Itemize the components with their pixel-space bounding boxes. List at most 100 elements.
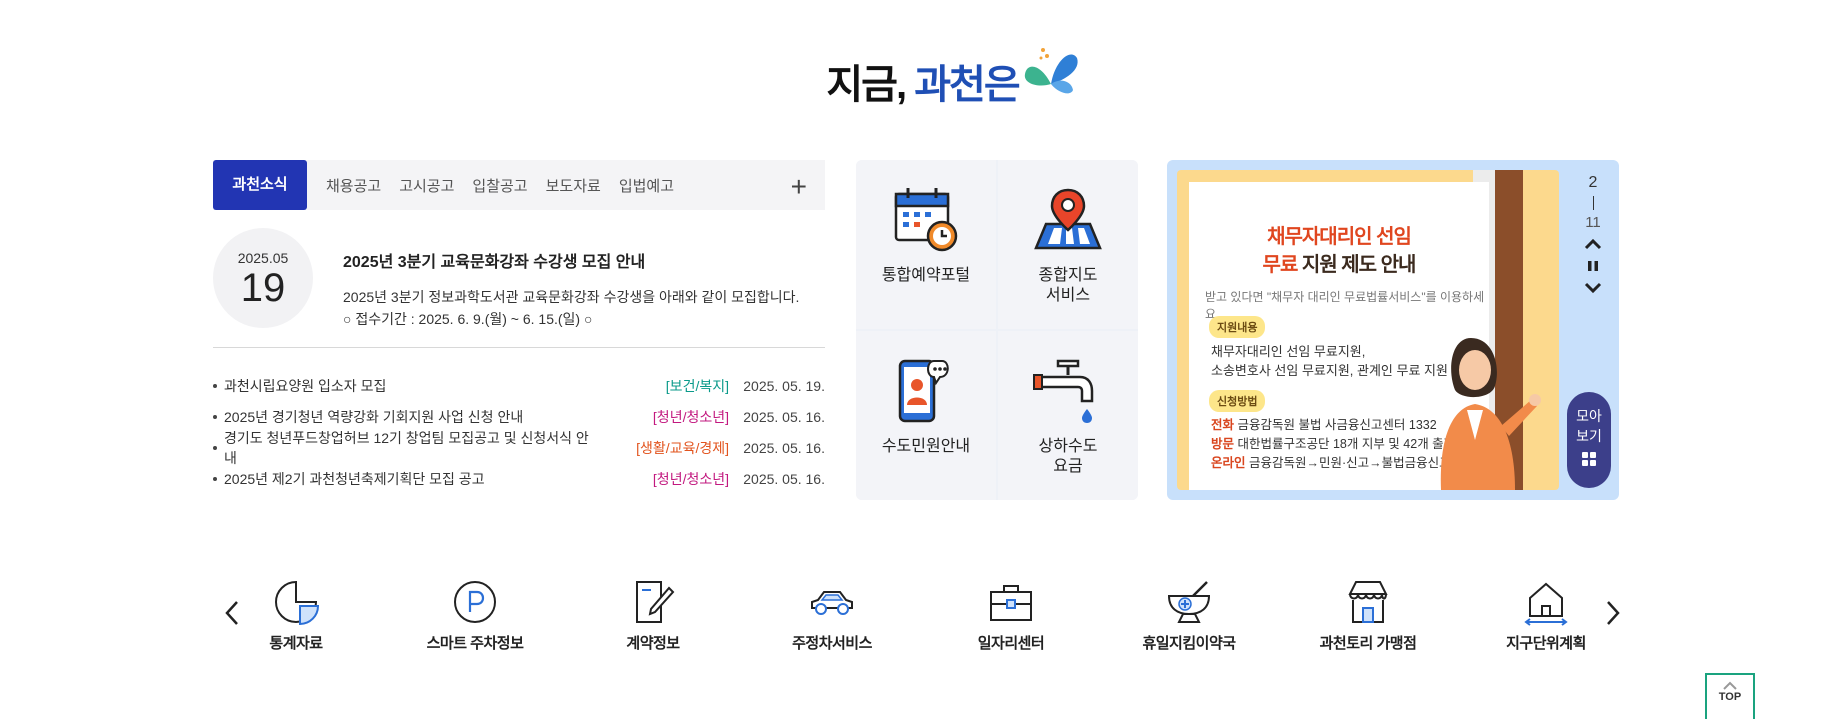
feature-day: 19 bbox=[240, 266, 286, 310]
document-pen-icon bbox=[636, 581, 675, 623]
promo-banner[interactable]: 채무자대리인 선임 무료 지원 제도 안내 받고 있다면 "채무자 대리인 무료… bbox=[1167, 160, 1619, 500]
banner-section1-line2: 소송변호사 선임 무료지원, 관계인 무료 지원 bbox=[1211, 363, 1448, 378]
banner-section2-label: 신청방법 bbox=[1209, 390, 1266, 412]
feature-date: 2025.05 19 bbox=[213, 228, 313, 328]
banner-section1-line1: 채무자대리인 선임 무료지원, bbox=[1211, 344, 1366, 359]
chevron-up-icon bbox=[1723, 681, 1737, 690]
banner-total-count: 11 bbox=[1585, 214, 1601, 231]
list-item-date: 2025. 05. 16. bbox=[743, 470, 825, 487]
feature-year-month: 2025.05 bbox=[237, 250, 289, 266]
quick-link-label: 통계자료 bbox=[269, 635, 323, 652]
quick-link-label: 휴일지킴이약국 bbox=[1142, 635, 1236, 652]
tab-press[interactable]: 보도자료 bbox=[537, 175, 610, 196]
quick-link-label: 과천토리 가맹점 bbox=[1319, 635, 1417, 652]
bullet-icon bbox=[213, 445, 217, 450]
list-item-category: [청년/청소년] bbox=[652, 470, 729, 487]
view-all-label-1: 모아 bbox=[1576, 408, 1602, 424]
feature-body: 2025년 3분기 정보과학도서관 교육문화강좌 수강생을 아래와 같이 모집합… bbox=[343, 286, 799, 330]
briefcase-icon bbox=[990, 585, 1032, 621]
banner-headline-rest: 지원 제도 안내 bbox=[1297, 254, 1417, 276]
pause-icon[interactable] bbox=[1581, 257, 1605, 275]
tab-bid[interactable]: 입찰공고 bbox=[463, 175, 536, 196]
feature-body-line1: 2025년 3분기 정보과학도서관 교육문화강좌 수강생을 아래와 같이 모집합… bbox=[343, 289, 800, 305]
service-label: 상하수도 요금 bbox=[1038, 438, 1098, 475]
quick-link-label: 스마트 주차정보 bbox=[426, 635, 524, 652]
feature-title[interactable]: 2025년 3분기 교육문화강좌 수강생 모집 안내 bbox=[343, 248, 645, 272]
list-item-date: 2025. 05. 16. bbox=[743, 408, 825, 425]
list-item-category: [보건/복지] bbox=[665, 377, 729, 394]
calendar-clock-icon bbox=[894, 188, 958, 252]
service-water-fee[interactable]: 상하수도 요금 bbox=[998, 331, 1138, 500]
news-tabs: 과천소식 채용공고 고시공고 입찰공고 보도자료 입법예고 + bbox=[213, 160, 825, 210]
banner-pager: 2 11 bbox=[1575, 174, 1611, 297]
person-illustration-icon bbox=[1440, 338, 1541, 490]
butterfly-logo-icon bbox=[1024, 48, 1078, 94]
quick-link-pharmacy[interactable]: 휴일지킴이약국 bbox=[1114, 578, 1264, 653]
quick-link-parking-service[interactable]: 주정차서비스 bbox=[757, 578, 907, 653]
pie-chart-icon bbox=[275, 580, 320, 626]
banner-headline-free: 무료 bbox=[1262, 254, 1299, 276]
banner-headline-2: 무료 지원 제도 안내 bbox=[1189, 248, 1489, 277]
quick-link-label: 주정차서비스 bbox=[792, 635, 872, 652]
page-title: 지금, 과천은 bbox=[0, 48, 1845, 110]
banner-section1-text: 채무자대리인 선임 무료지원, 소송변호사 선임 무료지원, 관계인 무료 지원 bbox=[1211, 342, 1448, 380]
quick-link-parking[interactable]: 스마트 주차정보 bbox=[400, 578, 550, 653]
banner-headline-1: 채무자대리인 선임 bbox=[1267, 226, 1412, 248]
feature-body-line2: ○ 접수기간 : 2025. 6. 9.(월) ~ 6. 15.(일) ○ bbox=[343, 311, 593, 327]
featured-news[interactable]: 2025.05 19 2025년 3분기 교육문화강좌 수강생 모집 안내 20… bbox=[213, 210, 825, 348]
tab-notice[interactable]: 고시공고 bbox=[390, 175, 463, 196]
title-part1: 지금, bbox=[826, 63, 907, 107]
tab-legislation[interactable]: 입법예고 bbox=[610, 175, 683, 196]
list-item-title[interactable]: 과천시립요양원 입소자 모집 bbox=[224, 376, 599, 396]
quick-link-contract[interactable]: 계약정보 bbox=[578, 578, 728, 653]
title-part2: 과천은 bbox=[914, 63, 1020, 107]
quick-link-label: 지구단위계획 bbox=[1506, 635, 1586, 652]
news-list: 과천시립요양원 입소자 모집 [보건/복지] 2025. 05. 19. 202… bbox=[213, 370, 825, 494]
quick-links: 통계자료 스마트 주차정보 계약정보 주정차서비스 일자리센터 휴일지킴이약국 … bbox=[0, 578, 1845, 658]
list-item[interactable]: 경기도 청년푸드창업허브 12기 창업팀 모집공고 및 신청서식 안내 [생활/… bbox=[213, 430, 825, 466]
plus-icon[interactable]: + bbox=[791, 171, 807, 203]
service-water-civil[interactable]: 수도민원안내 bbox=[856, 331, 996, 500]
service-map[interactable]: 종합지도 서비스 bbox=[998, 160, 1138, 329]
map-pin-icon bbox=[1034, 188, 1102, 250]
quick-link-job-center[interactable]: 일자리센터 bbox=[936, 578, 1086, 653]
parking-icon bbox=[454, 581, 496, 623]
car-icon bbox=[811, 591, 853, 615]
list-item-date: 2025. 05. 19. bbox=[743, 377, 825, 394]
pharmacy-bowl-icon bbox=[1167, 581, 1211, 623]
view-all-button[interactable]: 모아 보기 bbox=[1567, 392, 1611, 488]
quick-link-store[interactable]: 과천토리 가맹점 bbox=[1293, 578, 1443, 653]
quick-link-label: 계약정보 bbox=[626, 635, 680, 652]
chevron-down-icon[interactable] bbox=[1581, 279, 1605, 297]
chevron-up-icon[interactable] bbox=[1581, 235, 1605, 253]
chevron-right-icon[interactable] bbox=[1601, 598, 1625, 628]
list-item-title[interactable]: 경기도 청년푸드창업허브 12기 창업팀 모집공고 및 신청서식 안내 bbox=[224, 428, 599, 468]
list-item[interactable]: 2025년 제2기 과천청년축제기획단 모집 공고 [청년/청소년] 2025.… bbox=[213, 463, 825, 494]
faucet-icon bbox=[1033, 359, 1094, 423]
news-panel: 과천소식 채용공고 고시공고 입찰공고 보도자료 입법예고 + 2025.05 … bbox=[213, 160, 825, 500]
house-icon bbox=[1524, 582, 1568, 626]
list-item-category: [청년/청소년] bbox=[652, 408, 729, 425]
store-icon bbox=[1348, 581, 1388, 623]
service-grid: 통합예약포털 종합지도 서비스 수도민원안내 상하수도 요금 bbox=[856, 160, 1138, 500]
view-all-label-2: 보기 bbox=[1576, 428, 1602, 444]
service-reservation-portal[interactable]: 통합예약포털 bbox=[856, 160, 996, 329]
bullet-icon bbox=[213, 414, 217, 419]
list-item-title[interactable]: 2025년 경기청년 역량강화 기회지원 사업 신청 안내 bbox=[224, 407, 599, 427]
banner-section1-label: 지원내용 bbox=[1209, 316, 1266, 338]
tab-news[interactable]: 과천소식 bbox=[213, 160, 307, 210]
quick-link-district-plan[interactable]: 지구단위계획 bbox=[1471, 578, 1621, 653]
service-label: 수도민원안내 bbox=[881, 438, 971, 455]
bullet-icon bbox=[213, 476, 217, 481]
service-label: 통합예약포털 bbox=[881, 267, 971, 284]
banner-image[interactable]: 채무자대리인 선임 무료 지원 제도 안내 받고 있다면 "채무자 대리인 무료… bbox=[1177, 170, 1559, 490]
list-item[interactable]: 과천시립요양원 입소자 모집 [보건/복지] 2025. 05. 19. bbox=[213, 370, 825, 401]
quick-link-statistics[interactable]: 통계자료 bbox=[221, 578, 371, 653]
service-label: 종합지도 서비스 bbox=[1038, 267, 1098, 304]
top-label: TOP bbox=[1718, 691, 1742, 703]
list-item-title[interactable]: 2025년 제2기 과천청년축제기획단 모집 공고 bbox=[224, 469, 599, 489]
tab-recruit[interactable]: 채용공고 bbox=[317, 175, 390, 196]
banner-current-index: 2 bbox=[1588, 174, 1598, 191]
scroll-top-button[interactable]: TOP bbox=[1705, 673, 1755, 719]
grid-icon bbox=[1582, 452, 1596, 466]
